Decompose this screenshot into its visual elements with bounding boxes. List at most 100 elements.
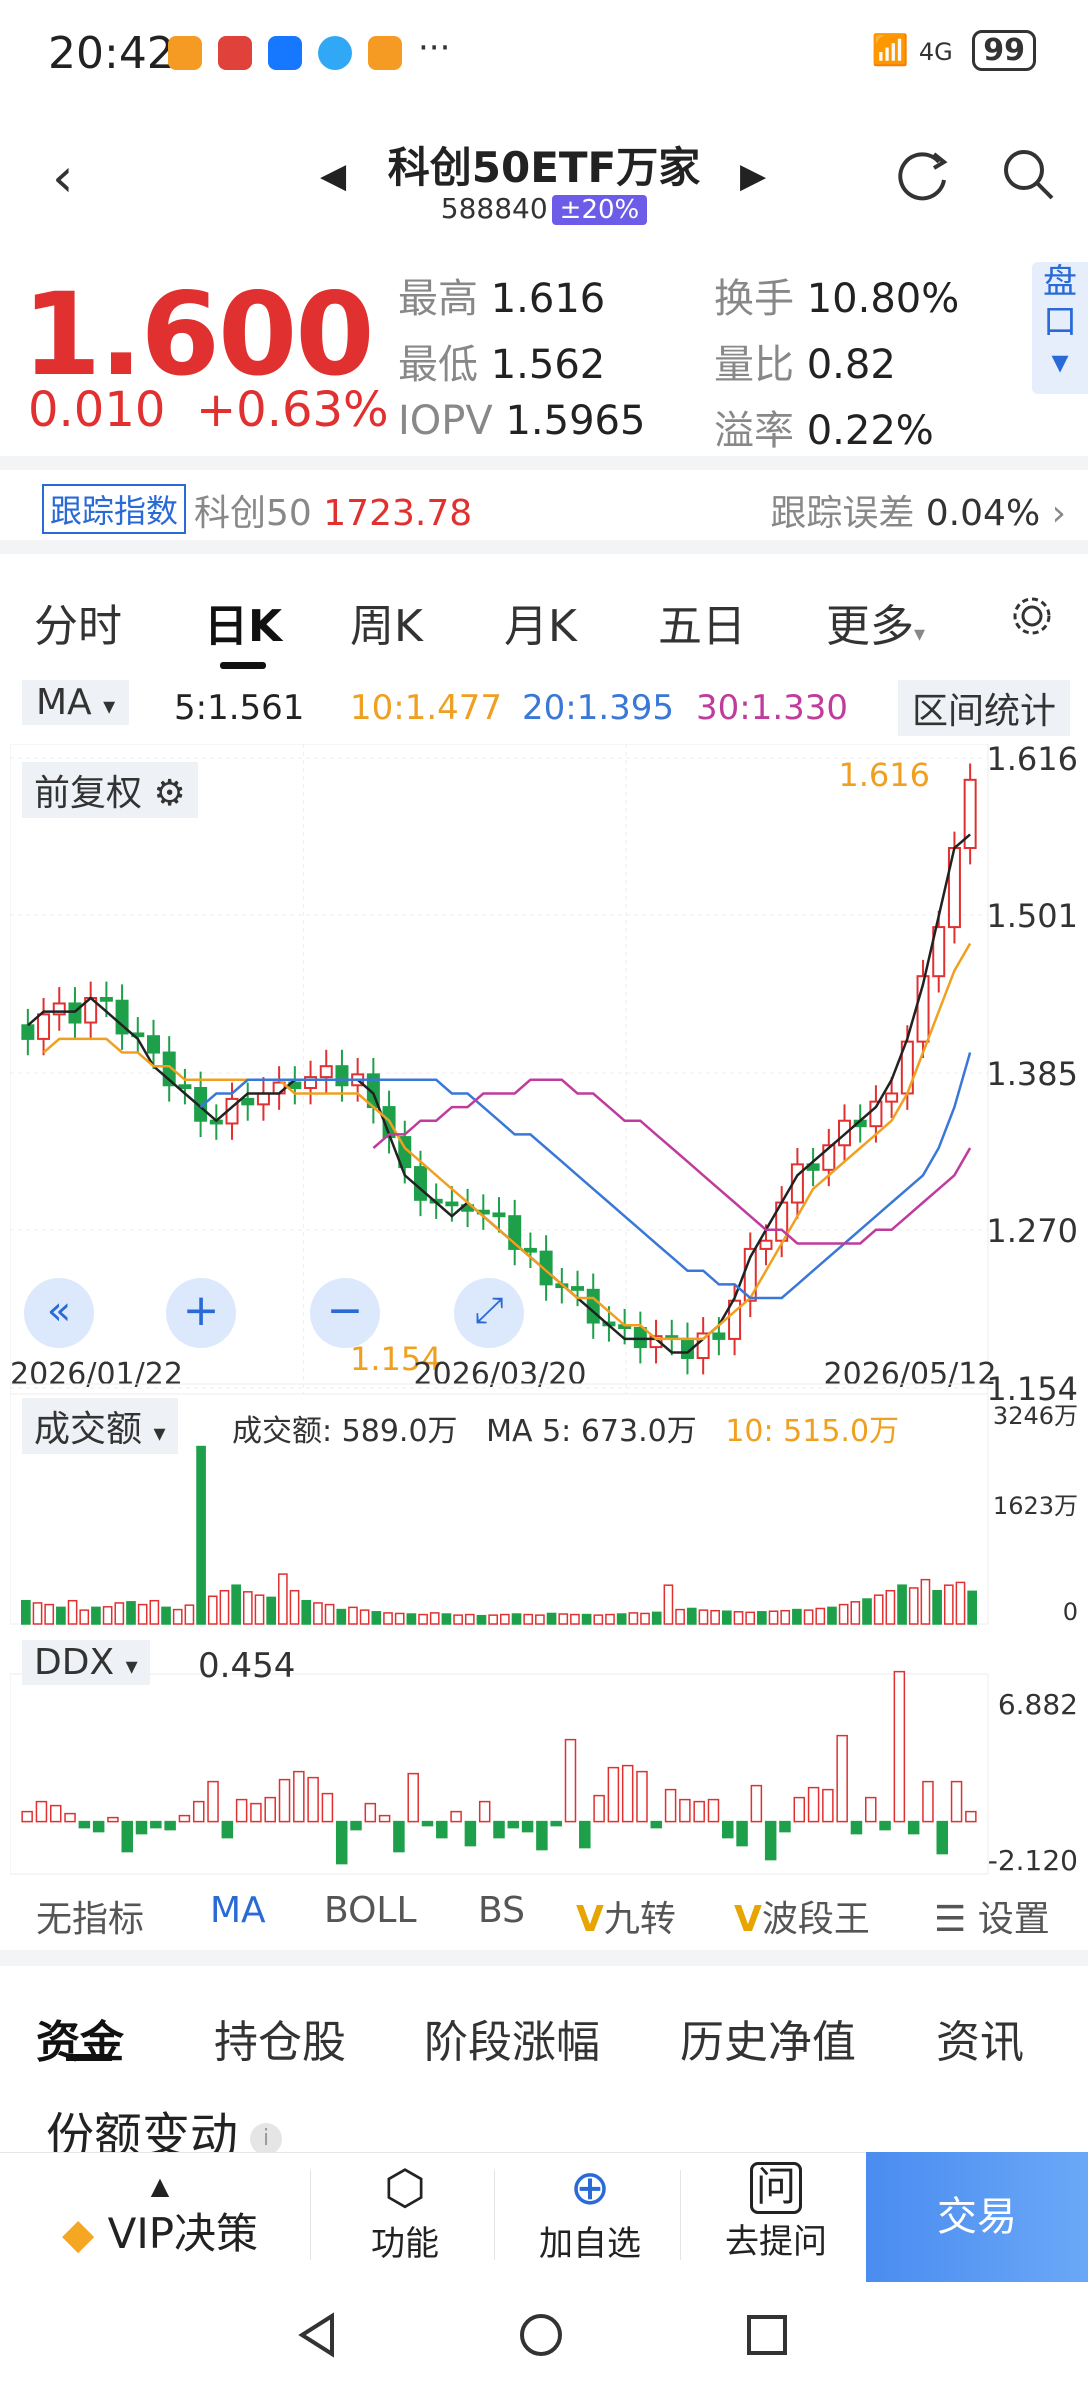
amount-bar xyxy=(733,1611,744,1625)
tab-five-day[interactable]: 五日 xyxy=(658,590,746,654)
ddx-bar xyxy=(107,1816,119,1823)
ddx-bar xyxy=(164,1820,176,1831)
ddx-bar xyxy=(636,1770,648,1823)
amount-bar xyxy=(570,1613,580,1625)
tab-nav-history[interactable]: 历史净值 xyxy=(680,2006,856,2070)
amount-bar xyxy=(920,1578,931,1625)
ddx-bar xyxy=(679,1798,691,1823)
ddx-bar xyxy=(307,1776,319,1823)
indicator-bs[interactable]: BS xyxy=(478,1890,525,1931)
ddx-bar xyxy=(421,1820,434,1827)
nav-back-icon[interactable] xyxy=(292,2310,342,2360)
function-button[interactable]: ⬡ 功能 xyxy=(340,2160,470,2265)
ddx-bar xyxy=(879,1820,891,1831)
tab-more[interactable]: 更多▾ xyxy=(826,590,925,654)
info-icon[interactable]: i xyxy=(250,2123,283,2155)
amount-bar xyxy=(955,1581,966,1625)
tracking-error[interactable]: 跟踪误差 0.04% › xyxy=(770,484,1066,536)
indicator-none[interactable]: 无指标 xyxy=(36,1890,144,1942)
candle xyxy=(178,1084,192,1090)
ddx-bar xyxy=(707,1798,720,1823)
amount-bar xyxy=(897,1584,907,1625)
change-value: 0.010 xyxy=(28,382,166,438)
nav-recent-icon[interactable] xyxy=(744,2312,790,2358)
limit-tag: ±20% xyxy=(551,195,648,225)
chart-settings-icon[interactable] xyxy=(1010,594,1054,638)
fullscreen-button[interactable]: ⤢ xyxy=(454,1278,524,1348)
amount-bar xyxy=(745,1611,756,1625)
amount-bar xyxy=(406,1613,417,1625)
amount-bar xyxy=(803,1609,814,1625)
search-icon[interactable] xyxy=(1000,146,1058,204)
ddx-bar xyxy=(936,1820,949,1855)
indicator-boduanwang[interactable]: V波段王 xyxy=(734,1890,870,1942)
ddx-bar xyxy=(965,1810,977,1823)
add-watchlist-button[interactable]: ⊕ 加自选 xyxy=(520,2160,660,2265)
indicator-ma[interactable]: MA xyxy=(210,1890,266,1931)
ma-selector[interactable]: MA ▾ xyxy=(22,680,130,725)
ddx-bar xyxy=(436,1820,448,1839)
amount-bar xyxy=(219,1589,230,1625)
scroll-left-button[interactable]: « xyxy=(24,1278,94,1348)
amount-bar xyxy=(488,1614,498,1625)
x-tick-label: 2026/05/12 xyxy=(824,1357,997,1392)
zoom-out-button[interactable]: − xyxy=(310,1278,380,1348)
ddx-bar xyxy=(450,1810,462,1823)
ddx-bar xyxy=(278,1778,291,1823)
amount-bar xyxy=(102,1606,113,1625)
status-right: 📶 4G 99 xyxy=(872,30,1036,71)
amount-bar xyxy=(686,1607,697,1625)
amount-bar xyxy=(640,1612,650,1625)
indicator-jiuzhuan[interactable]: V九转 xyxy=(576,1890,676,1942)
indicator-boll[interactable]: BOLL xyxy=(324,1890,417,1931)
amount-selector[interactable]: 成交额 ▾ xyxy=(22,1398,178,1454)
tab-weekly-k[interactable]: 周K xyxy=(350,590,423,654)
amount-bar xyxy=(149,1599,160,1625)
ma-line-ma20 xyxy=(199,1052,972,1300)
zoom-in-button[interactable]: + xyxy=(166,1278,236,1348)
ddx-bar xyxy=(378,1814,391,1823)
refresh-icon[interactable] xyxy=(894,146,952,204)
amount-bar xyxy=(827,1606,837,1625)
ddx-bar xyxy=(150,1820,162,1829)
zone-stats-button[interactable]: 区间统计 xyxy=(897,680,1070,736)
ddx-bar xyxy=(650,1820,663,1829)
amount-bar xyxy=(710,1609,720,1625)
amount-bar xyxy=(908,1587,919,1625)
candle xyxy=(146,1035,160,1054)
tab-period-change[interactable]: 阶段涨幅 xyxy=(424,2006,600,2070)
question-icon: 问 xyxy=(750,2162,802,2214)
amount-tick-label: 0 xyxy=(1063,1598,1078,1626)
ddx-selector[interactable]: DDX ▾ xyxy=(22,1640,150,1685)
ddx-tick-label: 6.882 xyxy=(998,1688,1078,1721)
amount-bar xyxy=(815,1607,826,1625)
amount-bar xyxy=(278,1573,288,1625)
ddx-bar xyxy=(35,1800,48,1823)
amount-bar xyxy=(383,1612,393,1625)
nav-home-icon[interactable] xyxy=(516,2310,566,2360)
candle xyxy=(99,997,113,1002)
tab-holdings[interactable]: 持仓股 xyxy=(214,2006,346,2070)
amount-bar xyxy=(91,1606,101,1625)
stat-iopv: IOPV 1.5965 xyxy=(398,398,646,444)
tab-intraday[interactable]: 分时 xyxy=(34,590,122,654)
pankou-button[interactable]: 盘口 ▾ xyxy=(1032,262,1088,394)
pankou-label: 盘口 xyxy=(1043,262,1077,342)
tab-monthly-k[interactable]: 月K xyxy=(504,590,577,654)
candle xyxy=(633,1327,647,1349)
ask-question-button[interactable]: 问 去提问 xyxy=(706,2160,846,2263)
app-icon-notification xyxy=(318,36,352,70)
ddx-bar xyxy=(192,1800,205,1823)
vip-decision-button[interactable]: ▲ ◆ VIP决策 xyxy=(40,2172,280,2261)
adjust-mode-button[interactable]: 前复权 ⚙ xyxy=(22,762,198,818)
ddx-bar xyxy=(550,1820,562,1827)
tab-daily-k[interactable]: 日K xyxy=(204,590,282,654)
tab-news[interactable]: 资讯 xyxy=(936,2006,1024,2070)
indicator-settings[interactable]: ☰ 设置 xyxy=(934,1890,1050,1942)
amount-bar xyxy=(161,1606,171,1625)
trade-button[interactable]: 交易 xyxy=(866,2152,1088,2282)
ddx-bar xyxy=(350,1820,362,1831)
tracking-index[interactable]: 科创50 1723.78 xyxy=(194,484,472,536)
candle xyxy=(759,1239,773,1250)
ddx-bar xyxy=(235,1798,248,1823)
